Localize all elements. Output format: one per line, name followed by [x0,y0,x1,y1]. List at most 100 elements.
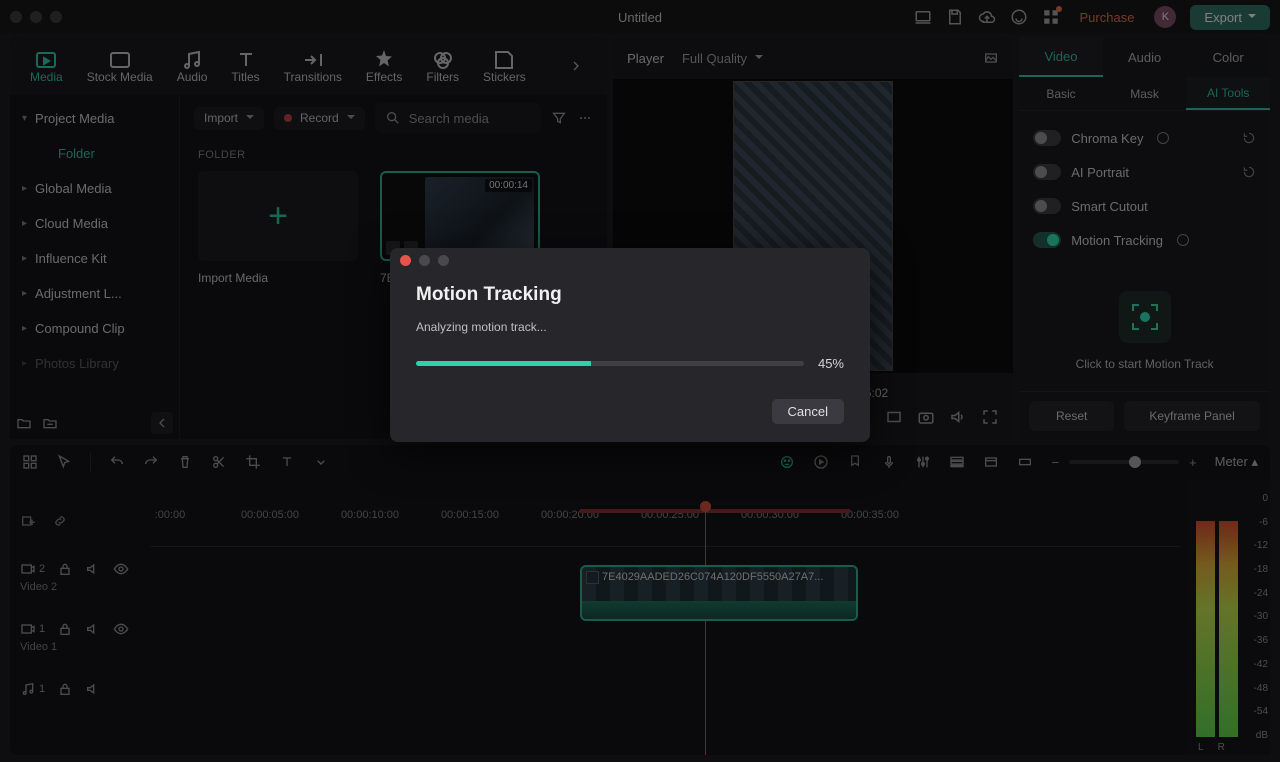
cancel-button[interactable]: Cancel [772,399,844,424]
motion-tracking-toggle[interactable] [1033,232,1061,248]
record-dropdown[interactable]: Record [274,107,365,130]
zoom-in-icon[interactable]: + [1189,455,1197,470]
reset-button[interactable]: Reset [1029,401,1114,431]
voiceover-icon[interactable] [881,454,897,470]
revert-icon[interactable] [1242,131,1256,145]
collapse-sidebar-button[interactable] [151,412,173,434]
inspector-panel: Video Audio Color Basic Mask AI Tools Ch… [1019,37,1270,439]
scope-icon[interactable] [983,50,999,66]
sidebar-item-photos-library[interactable]: ▸Photos Library [10,346,179,381]
timeline-zoom[interactable]: − + [1051,455,1196,470]
tab-media[interactable]: Media [30,48,63,84]
import-media-tile[interactable]: + Import Media [198,171,358,285]
meter-label[interactable]: Meter ▴ [1215,454,1258,470]
layout-icon[interactable] [22,454,38,470]
folder-section-label: FOLDER [180,141,607,165]
more-tools-icon[interactable] [313,454,329,470]
lock-icon[interactable] [57,621,73,637]
visibility-icon[interactable] [113,561,129,577]
render-icon[interactable] [983,454,999,470]
add-marker-icon[interactable] [20,513,36,529]
zoom-slider[interactable] [1069,460,1179,464]
subtab-basic[interactable]: Basic [1019,77,1103,110]
media-search-input[interactable]: Search media [375,103,541,133]
crop-icon[interactable] [245,454,261,470]
ruler-tick: 00:00:15:00 [441,509,499,521]
tab-stock-media[interactable]: Stock Media [87,48,153,84]
motion-track-target-icon[interactable] [1119,291,1171,343]
info-icon[interactable] [1177,234,1189,246]
sidebar-item-project-media[interactable]: ▾Project Media [10,101,179,136]
inspector-tab-color[interactable]: Color [1186,37,1270,77]
chroma-key-toggle[interactable] [1033,130,1061,146]
lock-icon[interactable] [57,561,73,577]
track-header-video1[interactable]: 1 Video 1 [10,615,150,675]
subtab-mask[interactable]: Mask [1103,77,1187,110]
tab-audio[interactable]: Audio [177,48,208,84]
tab-transitions[interactable]: Transitions [284,48,342,84]
info-icon[interactable] [1157,132,1169,144]
split-icon[interactable] [211,454,227,470]
visibility-icon[interactable] [113,621,129,637]
row-smart-cutout: Smart Cutout [1033,189,1256,223]
fullscreen-icon[interactable] [981,408,999,426]
track-header-audio1[interactable]: 1 [10,675,150,719]
link-icon[interactable] [52,513,68,529]
import-dropdown[interactable]: Import [194,107,264,130]
subtab-ai-tools[interactable]: AI Tools [1186,77,1270,110]
sidebar-item-influence-kit[interactable]: ▸Influence Kit [10,241,179,276]
sidebar-item-compound-clip[interactable]: ▸Compound Clip [10,311,179,346]
audio-meter: 0-6-12-18-24-30-36-42-48-54dB L R [1186,479,1270,755]
aspect-ratio-icon[interactable] [885,408,903,426]
time-ruler[interactable]: :00:00 00:00:05:00 00:00:10:00 00:00:15:… [150,509,1180,547]
redo-icon[interactable] [143,454,159,470]
dialog-close-icon[interactable] [400,255,411,266]
new-folder-icon[interactable] [16,415,32,431]
undo-icon[interactable] [109,454,125,470]
delete-icon[interactable] [177,454,193,470]
keyframe-panel-button[interactable]: Keyframe Panel [1124,401,1260,431]
mute-icon[interactable] [85,681,101,697]
timeline-clip[interactable]: 7E4029AADED26C074A120DF5550A27A7... [580,565,858,621]
snap-icon[interactable] [1017,454,1033,470]
volume-icon[interactable] [949,408,967,426]
revert-icon[interactable] [1242,165,1256,179]
play-small-icon[interactable] [813,454,829,470]
text-icon[interactable] [279,454,295,470]
sidebar-item-adjustment-layer[interactable]: ▸Adjustment L... [10,276,179,311]
delete-folder-icon[interactable] [42,415,58,431]
snapshot-icon[interactable] [917,408,935,426]
tab-titles[interactable]: Titles [231,48,259,84]
apps-icon[interactable] [1042,8,1060,26]
sidebar-item-folder[interactable]: Folder [10,136,179,171]
mute-icon[interactable] [85,561,101,577]
tab-filters[interactable]: Filters [426,48,459,84]
tab-stickers[interactable]: Stickers [483,48,526,84]
mixer-icon[interactable] [915,454,931,470]
quality-selector[interactable]: Full Quality [682,51,763,66]
player-label: Player [627,51,664,66]
sidebar-item-global-media[interactable]: ▸Global Media [10,171,179,206]
pointer-icon[interactable] [56,454,72,470]
ai-portrait-toggle[interactable] [1033,164,1061,180]
more-icon[interactable] [577,110,593,126]
smart-cutout-toggle[interactable] [1033,198,1061,214]
ai-face-icon[interactable] [779,454,795,470]
sidebar-item-cloud-media[interactable]: ▸Cloud Media [10,206,179,241]
zoom-out-icon[interactable]: − [1051,455,1059,470]
tab-effects[interactable]: Effects [366,48,402,84]
filter-icon[interactable] [551,110,567,126]
tabs-scroll-right[interactable] [565,55,587,77]
meter-scale-value: dB [1254,730,1268,741]
track-header-video2[interactable]: 2 Video 2 [10,555,150,615]
meter-channel-l: L [1198,742,1204,753]
inspector-tab-audio[interactable]: Audio [1103,37,1187,77]
meter-channel-r: R [1218,742,1225,753]
inspector-tab-video[interactable]: Video [1019,37,1103,77]
meter-scale-value: -48 [1254,683,1268,694]
mute-icon[interactable] [85,621,101,637]
marker-icon[interactable] [847,454,863,470]
lock-icon[interactable] [57,681,73,697]
track-options-icon[interactable] [949,454,965,470]
import-caption: Import Media [198,271,358,285]
